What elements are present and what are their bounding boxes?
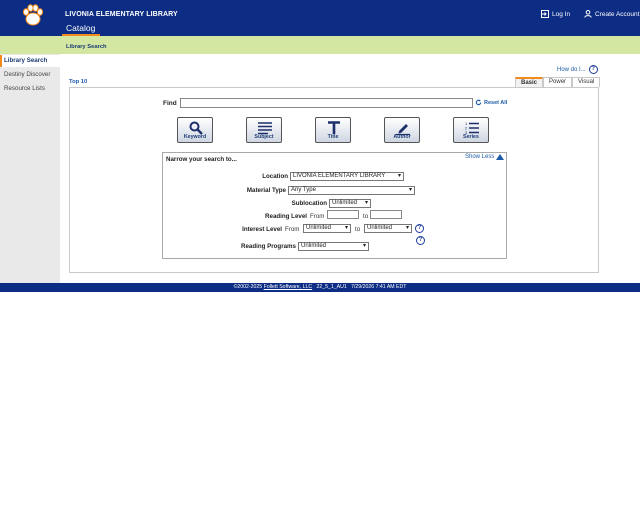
interest-to-value: Unlimited [367, 225, 393, 231]
material-type-select[interactable]: Any Type ▾ [288, 186, 415, 195]
chevron-down-icon: ▾ [408, 187, 412, 193]
find-label: Find [163, 100, 177, 107]
interest-to-select[interactable]: Unlimited ▾ [364, 224, 412, 233]
chevron-down-icon: ▾ [405, 225, 409, 231]
subject-search-button[interactable]: Subject [246, 117, 282, 143]
reset-all-label: Reset All [484, 99, 508, 106]
narrow-title: Narrow your search to... [166, 156, 237, 163]
show-less-label: Show Less [465, 154, 495, 160]
interest-to-text: to [355, 226, 361, 233]
sublocation-select[interactable]: Unlimited ▾ [329, 199, 371, 208]
reading-programs-help-icon[interactable]: ? [416, 236, 425, 245]
top10-link[interactable]: Top 10 [69, 79, 87, 85]
how-do-i-link[interactable]: How do I... ? [557, 65, 598, 74]
help-icon: ? [588, 65, 598, 74]
reading-level-from-input[interactable] [327, 210, 359, 219]
reading-level-to-input[interactable] [370, 210, 402, 219]
interest-from-value: Unlimited [306, 225, 332, 231]
letter-t-icon [328, 121, 340, 134]
user-icon [584, 10, 592, 18]
numbered-list-icon: 1 2 3 [465, 121, 479, 135]
sidebar-item-resource-lists[interactable]: Resource Lists [0, 83, 60, 95]
paw-logo-icon [20, 2, 46, 28]
sublocation-label: Sublocation [291, 200, 327, 207]
reading-from-text: From [310, 213, 325, 220]
title-search-button[interactable]: Title [315, 117, 351, 143]
interest-level-label: Interest Level [242, 226, 282, 233]
create-account-label: Create Account [595, 10, 640, 18]
datetime-text: 7/29/2026 7:41 AM EDT [351, 284, 407, 290]
library-name: LIVONIA ELEMENTARY LIBRARY [65, 11, 178, 18]
reading-programs-value: Unlimited [301, 243, 327, 249]
author-search-button[interactable]: Author [384, 117, 420, 143]
reading-programs-select[interactable]: Unlimited ▾ [298, 242, 369, 251]
lines-icon [258, 122, 272, 135]
reading-programs-label: Reading Programs [240, 243, 296, 250]
footer: ©2002-2025 Follett Software, LLC 22_5_1_… [0, 283, 640, 292]
how-do-i-label: How do I... [557, 66, 586, 73]
reading-level-label: Reading Level [265, 213, 307, 220]
tab-basic[interactable]: Basic [515, 77, 544, 87]
sidebar-item-library-search[interactable]: Library Search [0, 55, 60, 67]
reading-to-text: to [363, 213, 369, 220]
location-select[interactable]: LIVONIA ELEMENTARY LIBRARY ▾ [290, 172, 404, 181]
keyword-search-button[interactable]: Keyword [177, 117, 213, 143]
chevron-down-icon: ▾ [362, 243, 366, 249]
sidebar: Library Search Destiny Discover Resource… [0, 54, 60, 283]
login-link[interactable]: Log In [541, 10, 570, 18]
version-text: 22_5_1_AU1 [316, 284, 347, 290]
chevron-down-icon: ▾ [397, 173, 401, 179]
author-label: Author [393, 134, 411, 140]
tab-catalog[interactable]: Catalog [60, 23, 100, 36]
pen-icon [396, 124, 410, 135]
chevron-down-icon: ▾ [364, 200, 368, 206]
sidebar-item-destiny-discover[interactable]: Destiny Discover [0, 69, 60, 81]
copyright-text: ©2002-2025 [233, 284, 263, 290]
login-label: Log In [552, 10, 571, 18]
material-type-value: Any Type [291, 187, 316, 193]
breadcrumb-bar: Library Search [0, 36, 640, 54]
reset-all-link[interactable]: Reset All [475, 99, 507, 106]
tab-catalog-label: Catalog [66, 23, 96, 33]
refresh-icon [475, 99, 482, 106]
login-icon [541, 10, 549, 18]
mode-tabs: Basic Power Visual [515, 77, 601, 87]
material-type-label: Material Type [246, 187, 286, 194]
keyword-label: Keyword [183, 134, 207, 140]
create-account-link[interactable]: Create Account [584, 10, 639, 18]
location-value: LIVONIA ELEMENTARY LIBRARY [293, 173, 386, 179]
show-less-link[interactable]: Show Less [465, 154, 505, 160]
header-bar: LIVONIA ELEMENTARY LIBRARY Catalog Log I… [0, 0, 640, 36]
magnifier-icon [189, 121, 203, 135]
tab-visual[interactable]: Visual [572, 77, 601, 87]
series-label: Series [463, 134, 479, 140]
series-search-button[interactable]: 1 2 3 Series [453, 117, 489, 143]
sublocation-value: Unlimited [332, 200, 358, 206]
chevron-down-icon: ▾ [344, 225, 348, 231]
interest-help-icon[interactable]: ? [415, 224, 424, 233]
breadcrumb: Library Search [66, 44, 107, 50]
company-link[interactable]: Follett Software, LLC [264, 284, 312, 290]
interest-from-text: From [285, 226, 300, 233]
interest-from-select[interactable]: Unlimited ▾ [303, 224, 351, 233]
find-input[interactable] [180, 98, 473, 108]
subject-label: Subject [254, 134, 274, 140]
tab-power[interactable]: Power [543, 77, 573, 87]
title-label: Title [327, 134, 339, 140]
location-label: Location [262, 173, 288, 180]
chevron-up-icon [496, 154, 505, 160]
